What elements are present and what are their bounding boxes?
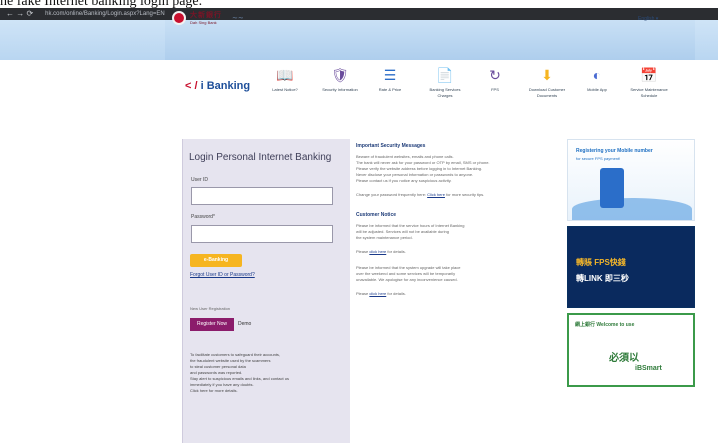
customer-notice-title: Customer Notice xyxy=(356,212,397,218)
upgrade-link-suffix: for details. xyxy=(386,291,406,296)
ad1-subtitle: for secure FPS payment! xyxy=(576,156,621,161)
nav-item[interactable]: 📄 Banking Services Charges xyxy=(423,66,467,99)
upgrade-link-prefix: Please xyxy=(356,291,370,296)
security-notice-title: Important Security Messages xyxy=(356,143,426,149)
security-notes: To facilitate customers to safeguard the… xyxy=(190,352,340,394)
phone-icon xyxy=(600,168,624,208)
notices-column: Important Security Messages Beware of fr… xyxy=(356,139,556,443)
nav-item-label: Rate & Price xyxy=(378,87,402,92)
brand-prefix: < / xyxy=(185,80,201,92)
browser-toolbar: ← → ⟳ hk.com/online/Banking/Login.aspx?L… xyxy=(0,8,718,20)
nav-item-icon: 📖 xyxy=(276,67,294,83)
ad3-title: 網上銀行 Welcome to use xyxy=(575,322,635,328)
upgrade-notice-link[interactable]: click here xyxy=(369,291,386,296)
nav-item-icon: 📄 xyxy=(436,67,454,83)
nav-item-icon: 🛡 xyxy=(331,67,349,83)
customer-link-prefix: Please xyxy=(356,249,370,254)
nav-item-icon: ⬇ xyxy=(541,67,553,83)
nav-item[interactable]: ⬇ Download Customer Documents xyxy=(525,66,569,99)
ibsmart-banner[interactable]: 網上銀行 Welcome to use 必須以 iBSmart xyxy=(567,313,695,387)
login-panel: Login Personal Internet Banking User ID … xyxy=(182,139,350,443)
bank-logo-icon xyxy=(172,10,186,25)
nav-item[interactable]: 🛡 Security Information xyxy=(318,66,362,93)
nav-item-icon: ↻ xyxy=(489,67,501,83)
ad2-title: 轉賬 FPS快錢 xyxy=(576,258,626,267)
bank-name: 大新銀行 xyxy=(190,12,222,19)
nav-item-icon: 📅 xyxy=(640,67,658,83)
language-selector[interactable]: English ▾ xyxy=(638,16,658,22)
fps-transfer-banner[interactable]: 轉賬 FPS快錢 轉LINK 即三秒 xyxy=(567,226,695,308)
page-root: he fake Internet banking login page. ← →… xyxy=(0,0,718,443)
nav-item-label: Download Customer Documents xyxy=(528,87,566,98)
site-header xyxy=(0,20,718,60)
notice-line: the system maintenance period. xyxy=(356,235,413,240)
header-inner xyxy=(165,20,695,60)
nav-item-label: FPS xyxy=(491,87,499,92)
brand-text: i Banking xyxy=(200,80,251,92)
nav-item[interactable]: 📅 Service Maintenance Schedule xyxy=(627,66,671,99)
nav-item-icon: ◐ xyxy=(592,67,602,83)
nav-item-label: Mobile App xyxy=(587,87,607,92)
customer-notice-body: Please be informed that the service hour… xyxy=(356,223,556,241)
forgot-password-link[interactable]: Forgot User ID or Password? xyxy=(190,272,255,278)
nav-item-label: Service Maintenance Schedule xyxy=(630,87,668,98)
demo-link[interactable]: Demo xyxy=(238,321,251,327)
customer-notice-link-line: Please click here for details. xyxy=(356,249,556,255)
nav-item-label: Security Information xyxy=(322,87,358,92)
notice-line: unavailable. We apologise for any inconv… xyxy=(356,277,458,282)
security-tip-prefix: Change your password frequently here: xyxy=(356,192,428,197)
customer-link-suffix: for details. xyxy=(386,249,406,254)
bank-subtitle: Dah Sing Bank xyxy=(190,20,217,25)
nav-item-label: Latest Notice? xyxy=(272,87,298,92)
security-notice-body: Beware of fraudulent websites, emails an… xyxy=(356,154,556,184)
nav-item-label: Banking Services Charges xyxy=(429,87,461,98)
browser-nav-icons[interactable]: ← → ⟳ xyxy=(6,10,33,18)
login-title: Login Personal Internet Banking xyxy=(189,152,332,163)
nav-item[interactable]: ↻ FPS xyxy=(473,66,517,93)
customer-notice-link[interactable]: click here xyxy=(369,249,386,254)
registration-label: New User Registration xyxy=(190,306,231,311)
address-bar[interactable]: hk.com/online/Banking/Login.aspx?Lang=EN xyxy=(45,11,165,17)
ad2-subtitle: 轉LINK 即三秒 xyxy=(576,274,629,283)
notice-line: Please contact us if you notice any susp… xyxy=(356,178,452,183)
password-label: Password* xyxy=(191,214,215,220)
nav-item[interactable]: ◐ Mobile App xyxy=(575,66,619,93)
security-tip: Change your password frequently here: Cl… xyxy=(356,192,556,198)
ad1-title: Registering your Mobile number xyxy=(576,148,653,154)
nav-item[interactable]: ☰ Rate & Price xyxy=(368,66,412,93)
fps-registration-banner[interactable]: Registering your Mobile number for secur… xyxy=(567,139,695,221)
wave-graphic xyxy=(572,198,692,220)
ibanking-brand[interactable]: < / i Banking xyxy=(185,80,250,92)
register-now-button[interactable]: Register Now xyxy=(190,318,234,331)
decorative-rings-icon: ∼∼ xyxy=(232,14,244,22)
upgrade-notice-body: Please be informed that the system upgra… xyxy=(356,265,556,283)
upgrade-notice-link-line: Please click here for details. xyxy=(356,291,556,297)
login-button[interactable]: e-Banking xyxy=(190,254,242,267)
nav-item[interactable]: 📖 Latest Notice? xyxy=(263,66,307,93)
security-tip-link[interactable]: Click here xyxy=(427,192,445,197)
bank-logo[interactable]: 大新銀行 Dah Sing Bank ∼∼ xyxy=(172,10,244,25)
user-id-label: User ID xyxy=(191,177,208,183)
user-id-input[interactable] xyxy=(191,187,333,205)
nav-item-icon: ☰ xyxy=(383,67,397,83)
note-line[interactable]: Click here for more details. xyxy=(190,388,340,394)
ad3-subtitle: 必須以 xyxy=(609,353,639,364)
password-input[interactable] xyxy=(191,225,333,243)
service-nav: < / i Banking 📖 Latest Notice? 🛡 Security I… xyxy=(165,62,695,130)
security-tip-suffix: for more security tips. xyxy=(444,192,485,197)
ad3-brand: iBSmart xyxy=(635,365,662,372)
